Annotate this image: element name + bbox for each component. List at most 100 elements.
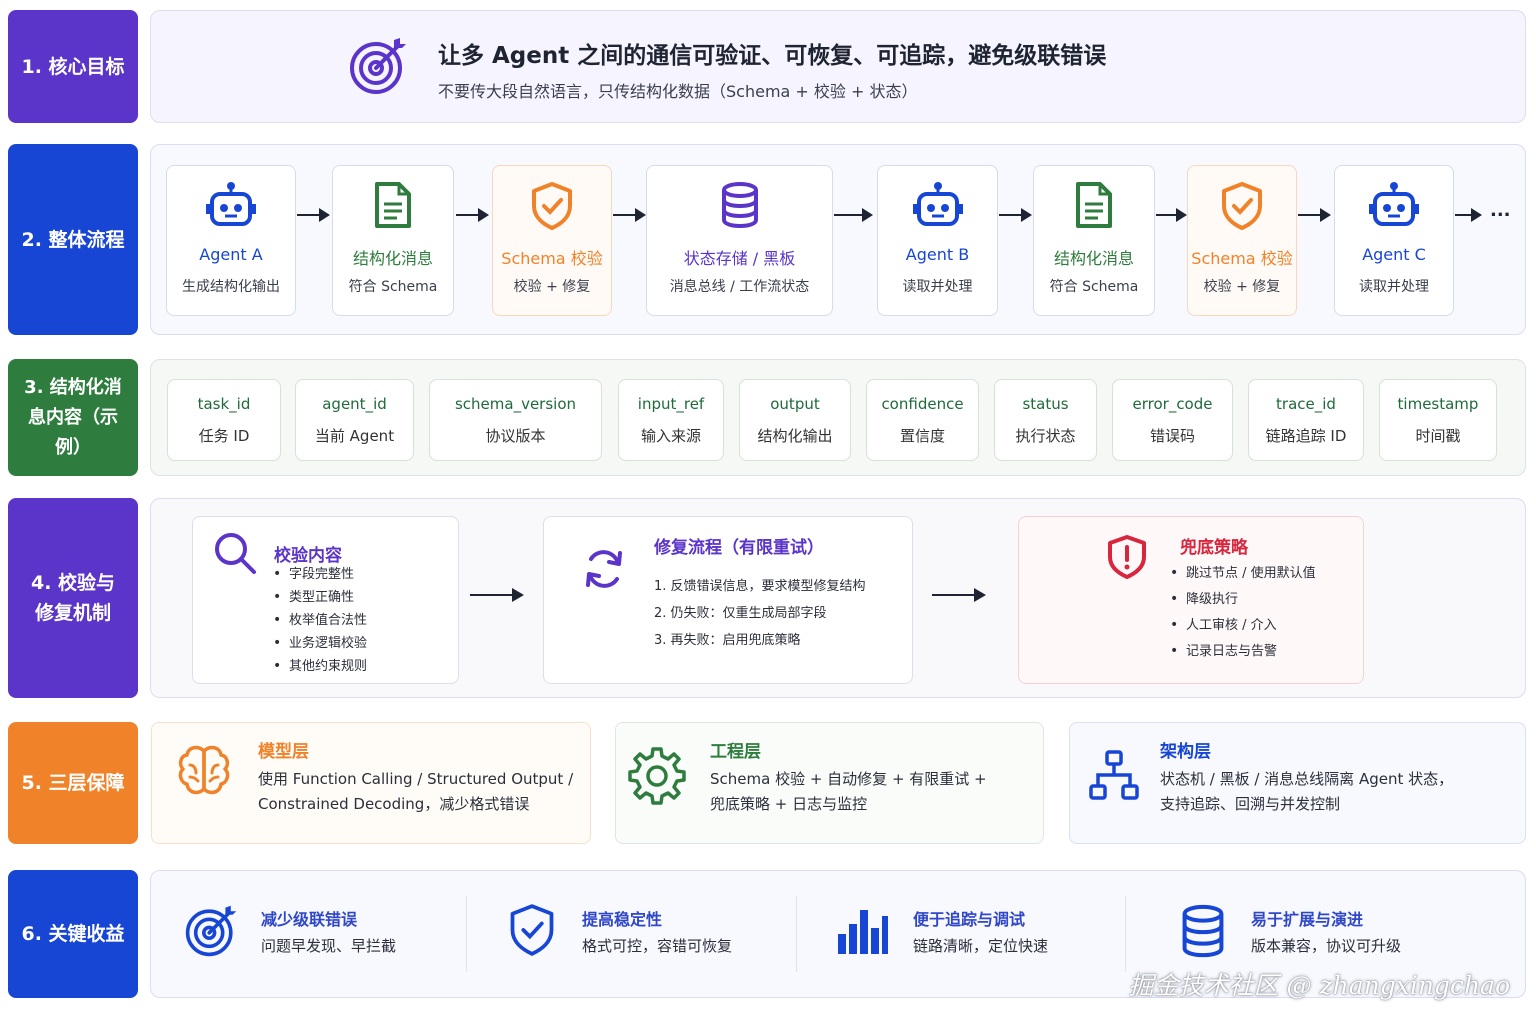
field-output: output 结构化输出: [739, 379, 851, 461]
benefit-sub: 格式可控，容错可恢复: [582, 937, 733, 955]
validation-box: 校验内容 字段完整性 类型正确性 枚举值合法性 业务逻辑校验 其他约束规则: [192, 516, 459, 684]
arrow-right-icon: [932, 588, 986, 602]
flow-card-agent-b: Agent B 读取并处理: [877, 165, 998, 316]
list-item: 枚举值合法性: [273, 609, 367, 632]
benefit-title: 减少级联错误: [261, 910, 358, 929]
repair-box: 修复流程（有限重试） 1. 反馈错误信息，要求模型修复结构 2. 仍失败：仅重生…: [543, 516, 913, 684]
layer-text: 使用 Function Calling / Structured Output …: [258, 770, 574, 813]
shield-check-icon: [1222, 182, 1262, 230]
flow-card-title: Schema 校验: [501, 249, 603, 268]
field-task-id: task_id 任务 ID: [167, 379, 281, 461]
section-label-benefits: 6. 关键收益: [8, 870, 138, 998]
arrow-right-icon: [613, 208, 646, 222]
flow-card-title: Agent A: [199, 245, 263, 264]
benefit-title: 易于扩展与演进: [1251, 910, 1364, 929]
flow-card-sub: 符合 Schema: [348, 279, 438, 295]
field-timestamp: timestamp 时间戳: [1379, 379, 1497, 461]
flow-card-sub: 符合 Schema: [1049, 279, 1139, 295]
layer-text: 状态机 / 黑板 / 消息总线隔离 Agent 状态， 支持追踪、回溯与并发控制: [1160, 770, 1454, 813]
target-icon: [350, 38, 406, 94]
watermark: 掘金技术社区 @ zhangxingchao: [1128, 971, 1510, 1000]
flow-card-agent-c: Agent C 读取并处理: [1334, 165, 1454, 316]
shield-alert-icon: [1108, 535, 1146, 579]
benefit-title: 便于追踪与调试: [913, 910, 1026, 929]
list-item: 人工审核 / 介入: [1170, 614, 1316, 640]
flow-card-state-store: 状态存储 / 黑板 消息总线 / 工作流状态: [646, 165, 833, 316]
document-icon: [1076, 182, 1112, 228]
bar-chart-icon: [838, 910, 888, 954]
divider: [1125, 896, 1126, 972]
flow-card-sub: 校验 + 修复: [513, 279, 591, 295]
gear-icon: [628, 747, 686, 805]
layer-architecture: 架构层 状态机 / 黑板 / 消息总线隔离 Agent 状态， 支持追踪、回溯与并…: [1069, 722, 1526, 844]
list-item: 其他约束规则: [273, 655, 367, 678]
field-trace-id: trace_id 链路追踪 ID: [1248, 379, 1364, 461]
layer-engineering: 工程层 Schema 校验 + 自动修复 + 有限重试 + 兜底策略 + 日志与监…: [615, 722, 1044, 844]
list-item: 类型正确性: [273, 586, 367, 609]
arrow-right-icon: [470, 588, 524, 602]
layer-title: 模型层: [258, 742, 309, 762]
list-item: 业务逻辑校验: [273, 632, 367, 655]
flow-card-sub: 读取并处理: [1359, 279, 1429, 295]
arrow-right-icon: [1298, 208, 1331, 222]
flow-card-title: Schema 校验: [1191, 249, 1293, 268]
list-item: 记录日志与告警: [1170, 640, 1316, 666]
field-agent-id: agent_id 当前 Agent: [295, 379, 414, 461]
goal-subtitle: 不要传大段自然语言，只传结构化数据（Schema + 校验 + 状态）: [438, 82, 918, 101]
target-icon: [185, 905, 237, 957]
arrow-right-icon: [834, 208, 873, 222]
fallback-box: 兜底策略 跳过节点 / 使用默认值 降级执行 人工审核 / 介入 记录日志与告警: [1018, 516, 1364, 684]
field-confidence: confidence 置信度: [866, 379, 979, 461]
brain-icon: [178, 745, 230, 795]
database-icon: [721, 182, 758, 228]
validation-list: 字段完整性 类型正确性 枚举值合法性 业务逻辑校验 其他约束规则: [273, 563, 367, 678]
flow-card-title: 结构化消息: [1053, 249, 1134, 268]
fallback-title: 兜底策略: [1180, 538, 1248, 558]
arrow-right-icon: [456, 208, 489, 222]
flow-more: ...: [1490, 200, 1511, 221]
refresh-icon: [586, 550, 622, 588]
list-item: 1. 反馈错误信息，要求模型修复结构: [654, 579, 866, 594]
flow-card-sub: 消息总线 / 工作流状态: [669, 279, 810, 295]
fallback-list: 跳过节点 / 使用默认值 降级执行 人工审核 / 介入 记录日志与告警: [1170, 562, 1316, 666]
shield-check-icon: [510, 904, 554, 956]
benefit-sub: 版本兼容，协议可升级: [1251, 937, 1402, 955]
field-error-code: error_code 错误码: [1112, 379, 1233, 461]
field-input-ref: input_ref 输入来源: [618, 379, 724, 461]
arrow-right-icon: [999, 208, 1032, 222]
flow-card-title: Agent B: [905, 245, 970, 264]
layer-title: 工程层: [710, 742, 761, 762]
flow-card-agent-a: Agent A 生成结构化输出: [166, 165, 296, 316]
layer-model: 模型层 使用 Function Calling / Structured Out…: [151, 722, 591, 844]
benefit-sub: 问题早发现、早拦截: [261, 937, 397, 955]
divider: [466, 896, 467, 972]
list-item: 降级执行: [1170, 588, 1316, 614]
layer-text: Schema 校验 + 自动修复 + 有限重试 + 兜底策略 + 日志与监控: [710, 770, 987, 813]
flow-card-sub: 校验 + 修复: [1203, 279, 1281, 295]
robot-icon: [1369, 182, 1419, 226]
shield-check-icon: [532, 182, 572, 230]
search-icon: [215, 533, 256, 574]
flow-card-title: 状态存储 / 黑板: [683, 249, 796, 268]
field-schema-version: schema_version 协议版本: [429, 379, 602, 461]
repair-list: 1. 反馈错误信息，要求模型修复结构 2. 仍失败：仅重生成局部字段 3. 再失…: [654, 575, 866, 656]
arrow-right-icon: [297, 208, 330, 222]
goal-title: 让多 Agent 之间的通信可验证、可恢复、可追踪，避免级联错误: [438, 43, 1107, 69]
flow-card-sub: 读取并处理: [902, 279, 973, 295]
arrow-right-icon: [1156, 208, 1187, 222]
flow-card-title: 结构化消息: [352, 249, 433, 268]
flow-card-schema-check: Schema 校验 校验 + 修复: [1187, 165, 1297, 316]
repair-title: 修复流程（有限重试）: [654, 538, 824, 558]
benefit-sub: 链路清晰，定位快速: [913, 937, 1049, 955]
section-label-flow: 2. 整体流程: [8, 144, 138, 335]
flow-card-title: Agent C: [1362, 245, 1426, 264]
list-item: 3. 再失败：启用兜底策略: [654, 633, 801, 648]
section-label-validation: 4. 校验与修复机制: [8, 498, 138, 698]
flow-card-sub: 生成结构化输出: [182, 279, 280, 295]
layer-title: 架构层: [1160, 742, 1211, 762]
flow-card-schema-check: Schema 校验 校验 + 修复: [492, 165, 612, 316]
document-icon: [375, 182, 411, 228]
divider: [796, 896, 797, 972]
field-status: status 执行状态: [994, 379, 1097, 461]
list-item: 跳过节点 / 使用默认值: [1170, 562, 1316, 588]
